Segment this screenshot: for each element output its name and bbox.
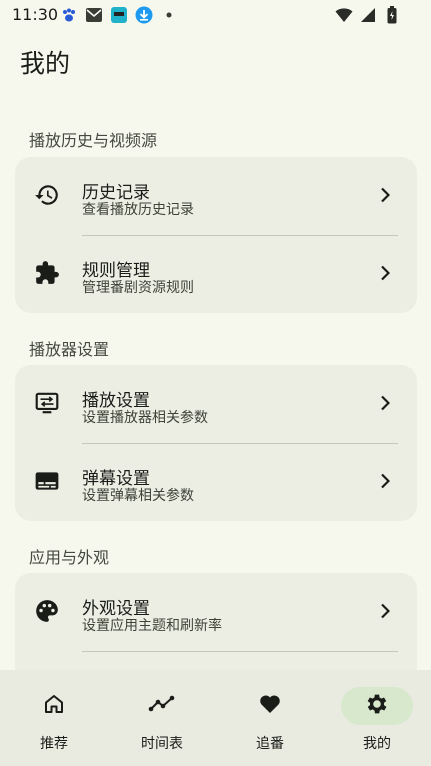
chevron-right-icon [377,471,393,491]
player-settings-subtitle: 设置播放器相关参数 [82,410,208,426]
bottom-navigation: 推荐 时间表 追番 我的 [0,670,431,766]
appearance-subtitle: 设置应用主题和刷新率 [82,618,222,634]
home-icon [42,692,66,720]
section-label-player: 播放器设置 [29,340,110,359]
nav-item-mine[interactable]: 我的 [337,686,417,752]
danmaku-icon [33,467,61,495]
chevron-right-icon [377,601,393,621]
gear-icon [364,691,390,721]
nav-pill [126,687,198,725]
palette-icon [33,597,61,625]
nav-label-recommend: 推荐 [40,736,68,752]
nav-pill-active [341,687,413,725]
signal-icon [359,6,377,24]
timeline-icon [148,692,176,720]
player-settings-row[interactable]: 播放设置 设置播放器相关参数 [15,365,417,443]
divider [82,651,398,652]
system-icons [335,6,401,24]
paw-notification-icon [60,6,78,24]
mail-notification-icon [85,6,103,24]
app-notification-icon [110,6,128,24]
rules-row[interactable]: 规则管理 管理番剧资源规则 [15,235,417,313]
download-notification-icon [135,6,153,24]
nav-pill [234,687,306,725]
puzzle-icon [33,259,61,287]
card-history-source: 历史记录 查看播放历史记录 规则管理 管理番剧资源规则 [15,157,417,313]
page-title: 我的 [20,49,71,78]
section-label-appearance: 应用与外观 [29,548,110,567]
danmaku-row[interactable]: 弹幕设置 设置弹幕相关参数 [15,443,417,521]
heart-icon [257,692,283,720]
chevron-right-icon [377,393,393,413]
rules-subtitle: 管理番剧资源规则 [82,280,194,296]
appearance-row[interactable]: 外观设置 设置应用主题和刷新率 [15,573,417,651]
card-player: 播放设置 设置播放器相关参数 弹幕设置 设置弹幕相关参数 [15,365,417,521]
nav-item-recommend[interactable]: 推荐 [14,686,94,752]
status-bar: 11:30 [0,0,431,30]
player-settings-icon [33,389,61,417]
danmaku-subtitle: 设置弹幕相关参数 [82,488,194,504]
wifi-icon [335,6,353,24]
nav-item-timetable[interactable]: 时间表 [122,686,202,752]
nav-label-mine: 我的 [363,736,391,752]
nav-pill [18,687,90,725]
battery-icon [383,6,401,24]
history-icon [33,181,61,209]
chevron-right-icon [377,263,393,283]
nav-label-following: 追番 [256,736,284,752]
nav-label-timetable: 时间表 [141,736,183,752]
notification-icons [60,6,178,24]
nav-item-following[interactable]: 追番 [230,686,310,752]
more-notifications-dot-icon [160,6,178,24]
chevron-right-icon [377,185,393,205]
status-time: 11:30 [12,5,59,24]
history-subtitle: 查看播放历史记录 [82,202,194,218]
section-label-history-source: 播放历史与视频源 [29,131,158,150]
history-row[interactable]: 历史记录 查看播放历史记录 [15,157,417,235]
